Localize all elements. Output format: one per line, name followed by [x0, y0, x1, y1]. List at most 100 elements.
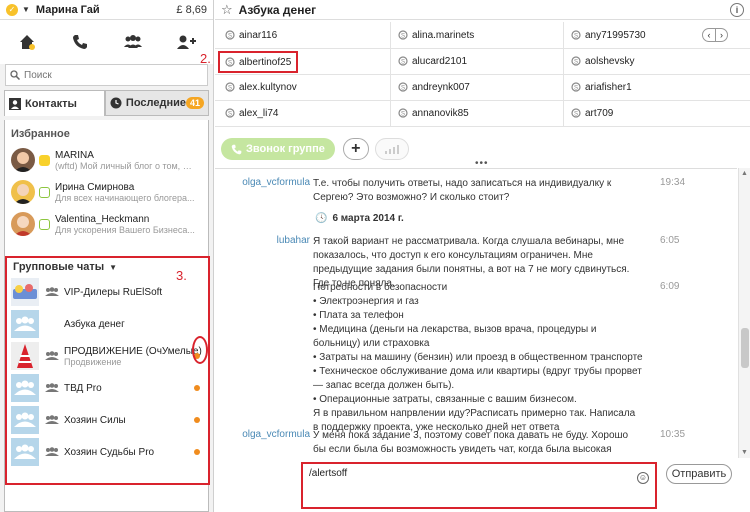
list-item[interactable]: ТВД Pro	[7, 372, 208, 404]
add-user-icon	[177, 35, 197, 49]
message-sender[interactable]: lubahar	[225, 235, 310, 246]
group-name: Азбука денег	[64, 318, 125, 330]
chevron-down-icon[interactable]: ▼	[109, 263, 117, 272]
avatar	[11, 148, 35, 172]
send-button[interactable]: Отправить	[666, 464, 732, 484]
message-time: 6:09	[660, 281, 680, 292]
participant[interactable]: S ariafisher1	[571, 74, 632, 100]
contact-name: Ирина Смирнова	[55, 181, 135, 193]
star-icon[interactable]: ☆	[221, 2, 233, 18]
list-item[interactable]: ПРОДВИЖЕНИЕ (ОчУмелые) Продвижение	[7, 340, 208, 372]
search-input[interactable]	[24, 69, 194, 81]
message-sender[interactable]: olga_vcformula	[225, 177, 310, 188]
group-avatar	[11, 278, 39, 306]
scroll-down-icon[interactable]: ▼	[741, 449, 748, 456]
skype-status-icon: S	[225, 57, 235, 67]
online-status-icon	[39, 218, 50, 230]
participant[interactable]: S alex_li74	[225, 100, 278, 126]
home-icon	[19, 35, 35, 50]
chat-panel: ☆ Азбука денег i S ainar116 S alina.mari…	[215, 0, 750, 512]
chevron-down-icon[interactable]: ▼	[22, 5, 30, 14]
annotation-ring	[192, 336, 208, 364]
svg-text:S: S	[574, 60, 578, 66]
message-text: Потребности в безопасности • Электроэнер…	[313, 282, 643, 433]
emoji-icon[interactable]: ☺	[637, 472, 649, 484]
contact-mood: Для всех начинающего блогера...	[55, 192, 195, 203]
people-icon	[124, 35, 143, 48]
left-panel: ✓ ▼ Марина Гай £ 8,69 Поиск Контакты Пос…	[0, 0, 214, 512]
list-item[interactable]: MARINA (wftd) Мой личный блог о том, что…	[5, 144, 208, 176]
svg-text:S: S	[574, 86, 578, 92]
svg-text:S: S	[228, 86, 232, 92]
profile-bar[interactable]: ✓ ▼ Марина Гай £ 8,69	[0, 0, 213, 20]
participant[interactable]: S alex.kultynov	[225, 74, 297, 100]
svg-text:S: S	[228, 34, 232, 40]
favorites-title: Избранное	[11, 128, 70, 140]
home-button[interactable]	[13, 30, 41, 54]
info-icon[interactable]: i	[730, 2, 744, 17]
list-item[interactable]: Ирина Смирнова Для всех начинающего блог…	[5, 176, 208, 208]
tab-recent[interactable]: Последние 41	[104, 90, 209, 116]
participant[interactable]: S art709	[571, 100, 613, 126]
group-name: Хозяин Силы	[64, 414, 126, 426]
group-icon	[45, 287, 59, 296]
participant-highlighted[interactable]: S albertinof25	[218, 51, 299, 73]
main-toolbar	[0, 20, 213, 64]
group-avatar	[11, 310, 39, 338]
participant[interactable]: S annanovik85	[398, 100, 469, 126]
message-composer: /alertsoff ☺	[301, 462, 657, 509]
call-phone-button[interactable]	[66, 30, 94, 54]
participants-grid: S ainar116 S alina.marinets S any7199573…	[215, 22, 750, 127]
message-sender[interactable]: olga_vcformula	[225, 429, 310, 440]
group-name: ТВД Pro	[64, 382, 102, 394]
group-icon	[45, 447, 59, 456]
tab-recent-label: Последние	[125, 97, 186, 109]
call-quality-button[interactable]	[374, 138, 409, 160]
participant[interactable]: S ainar116	[225, 22, 277, 48]
skype-status-icon: S	[571, 56, 581, 66]
list-item[interactable]: Хозяин Силы	[7, 404, 208, 436]
group-avatar	[11, 406, 39, 434]
chevron-right-icon[interactable]: ›	[715, 29, 727, 41]
participant[interactable]: S alina.marinets	[398, 22, 474, 48]
unread-dot	[194, 449, 200, 455]
chevron-left-icon[interactable]: ‹	[703, 29, 715, 41]
skype-status-icon: S	[398, 30, 408, 40]
message-input[interactable]: /alertsoff	[309, 468, 629, 504]
call-group-label: Звонок группе	[246, 143, 325, 155]
add-participant-button[interactable]: +	[342, 138, 369, 160]
clock-icon: 🕓	[315, 213, 328, 224]
scroll-up-icon[interactable]: ▲	[741, 170, 748, 177]
group-name: Хозяин Судьбы Pro	[64, 446, 155, 458]
message-time: 19:34	[660, 177, 686, 188]
list-item[interactable]: Азбука денег	[7, 308, 208, 340]
skype-status-icon: S	[398, 56, 408, 66]
group-icon	[45, 415, 59, 424]
call-group-button[interactable]: Звонок группе	[221, 138, 335, 160]
contact-mood: Для ускорения Вашего Бизнеса...	[55, 224, 195, 235]
tab-contacts-label: Контакты	[25, 97, 77, 110]
group-chats-section: Групповые чаты ▼ VIP-Дилеры RuElSoft Азб…	[5, 256, 210, 485]
skype-status-icon: S	[571, 108, 581, 118]
scrollbar[interactable]: ▲ ▼	[738, 168, 750, 458]
add-contact-button[interactable]	[172, 30, 200, 54]
svg-text:S: S	[401, 34, 405, 40]
online-status-icon[interactable]: ✓	[6, 3, 18, 16]
group-name: ПРОДВИЖЕНИЕ (ОчУмелые)	[64, 345, 202, 357]
list-item[interactable]: Хозяин Судьбы Pro	[7, 436, 208, 468]
skype-credit[interactable]: £ 8,69	[176, 4, 207, 16]
tab-contacts[interactable]: Контакты	[4, 90, 105, 116]
participant[interactable]: S andreynk007	[398, 74, 470, 100]
group-icon	[45, 351, 59, 360]
list-item[interactable]: Valentina_Heckmann Для ускорения Вашего …	[5, 208, 208, 240]
group-avatar	[11, 438, 39, 466]
profile-name[interactable]: Марина Гай	[36, 4, 100, 16]
participant[interactable]: S aolshevsky	[571, 48, 634, 74]
participant[interactable]: S any71995730	[571, 22, 646, 48]
skype-status-icon: S	[225, 30, 235, 40]
scroll-thumb[interactable]	[741, 328, 749, 368]
contacts-button[interactable]	[119, 30, 147, 54]
avatar	[11, 212, 35, 236]
search-box[interactable]	[5, 64, 208, 86]
participant[interactable]: S alucard2101	[398, 48, 467, 74]
